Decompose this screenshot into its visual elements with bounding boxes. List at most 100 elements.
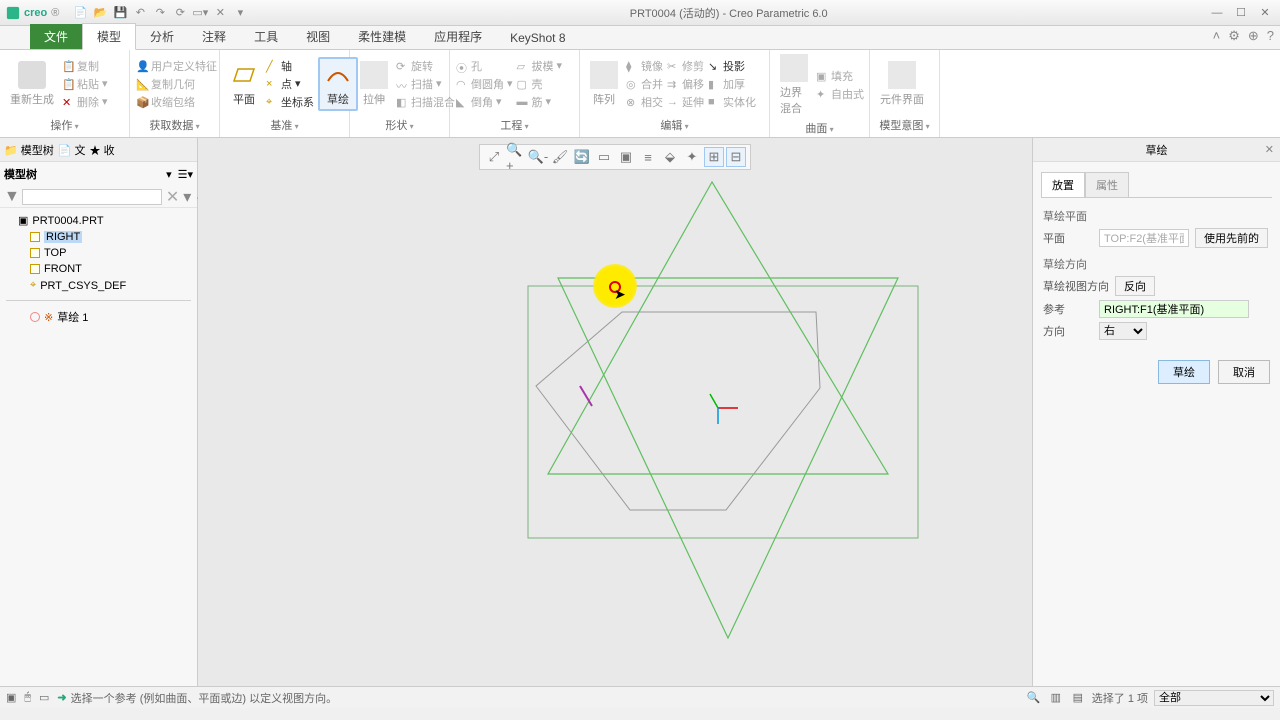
axis-button[interactable]: ╱轴 [266,58,314,74]
input-ref[interactable] [1099,300,1249,318]
round-button[interactable]: ◠倒圆角 ▾ [456,76,513,92]
use-previous-button[interactable]: 使用先前的 [1195,228,1268,248]
sel-icon-1[interactable]: ▥ [1048,690,1064,706]
select-dir[interactable]: 右 [1099,322,1147,340]
hole-button[interactable]: ⦿孔 [456,58,513,74]
tab-view[interactable]: 视图 [292,24,344,49]
graphics-area[interactable]: ⤢ 🔍+ 🔍- 🖌 🔄 ▭ ▣ ≡ ⬙ ✦ ⊞ ⊟ [198,138,1032,686]
chamfer-button[interactable]: ◣倒角 ▾ [456,94,513,110]
tab-model[interactable]: 模型 [82,23,136,50]
extend-button[interactable]: →延伸 [667,94,704,110]
tree-node-csys[interactable]: ⌖PRT_CSYS_DEF [6,277,191,294]
shell-button[interactable]: ▢壳 [517,76,563,92]
tree-node-front[interactable]: FRONT [6,261,191,277]
tree-node-right[interactable]: RIGHT [6,229,191,245]
tree-node-top[interactable]: TOP [6,245,191,261]
tab-annotate[interactable]: 注释 [188,24,240,49]
solidify-button[interactable]: ■实体化 [708,94,756,110]
tree-tool-2[interactable]: ☰▾ [178,168,193,181]
intent-button[interactable]: 元件界面 [876,59,928,109]
settings-icon[interactable]: ⚙ [1228,28,1240,44]
undo-icon[interactable]: ↶ [131,4,149,22]
save-icon[interactable]: 💾 [111,4,129,22]
tree-tab-model[interactable]: 📁 模型树 [4,142,54,158]
input-plane[interactable] [1099,229,1189,247]
pattern-button[interactable]: 阵列 [586,59,622,109]
fill-button[interactable]: ▣填充 [816,68,864,84]
regen-icon[interactable]: ⟳ [171,4,189,22]
redo-icon[interactable]: ↷ [151,4,169,22]
panel-tab-placement[interactable]: 放置 [1041,172,1085,197]
revolve-button[interactable]: ⟳旋转 [396,58,455,74]
boundary-button[interactable]: 边界混合 [776,52,812,118]
sketch-ok-button[interactable]: 草绘 [1158,360,1210,384]
windows-icon[interactable]: ▭▾ [191,4,209,22]
globe-icon[interactable]: ⊕ [1248,28,1259,44]
label-ref: 参考 [1043,301,1093,317]
udf-button[interactable]: 👤用户定义特征 [136,58,217,74]
tab-analysis[interactable]: 分析 [136,24,188,49]
tree-tab-2[interactable]: 📄 文 [58,142,86,158]
copy-button[interactable]: 📋复制 [62,58,108,74]
filter-menu-icon[interactable]: ▾ [183,187,191,207]
extrude-button[interactable]: 拉伸 [356,59,392,109]
point-button[interactable]: ×点 ▾ [266,76,314,92]
title-bar: creo® 📄 📂 💾 ↶ ↷ ⟳ ▭▾ ✕ ▾ PRT0004 (活动的) -… [0,0,1280,26]
tab-app[interactable]: 应用程序 [420,24,496,49]
tab-flex[interactable]: 柔性建模 [344,24,420,49]
close-icon[interactable]: ✕ [1256,4,1274,22]
filter-icon[interactable]: ▼ [4,188,20,206]
tree-root[interactable]: ▣PRT0004.PRT [6,212,191,229]
flip-button[interactable]: 反向 [1115,276,1155,296]
rib-button[interactable]: ▬筋 ▾ [517,94,563,110]
csys-button[interactable]: ⌖坐标系 [266,94,314,110]
delete-button[interactable]: ✕删除 ▾ [62,94,108,110]
sel-icon-2[interactable]: ▤ [1070,690,1086,706]
sweep-button[interactable]: 〰扫描 ▾ [396,76,455,92]
status-icon-1[interactable]: ▣ [6,691,16,704]
status-icon-2[interactable]: 🖱 [24,691,31,704]
plane-button[interactable]: 平面 [226,59,262,109]
offset-button[interactable]: ⇉偏移 [667,76,704,92]
find-icon[interactable]: 🔍 [1026,690,1042,706]
help-icon[interactable]: ? [1267,28,1274,44]
tree-tool-1[interactable]: ▾ [166,168,172,181]
label-plane: 平面 [1043,230,1093,246]
intersect-button[interactable]: ⊗相交 [626,94,663,110]
trim-button[interactable]: ✂修剪 [667,58,704,74]
blend-button[interactable]: ◧扫描混合 [396,94,455,110]
minimize-icon[interactable]: — [1208,4,1226,22]
status-icon-3[interactable]: ▭ [39,691,49,704]
open-icon[interactable]: 📂 [91,4,109,22]
merge-button[interactable]: ◎合并 [626,76,663,92]
project-button[interactable]: ↘投影 [708,58,756,74]
close-model-icon[interactable]: ✕ [211,4,229,22]
tree-tab-3[interactable]: ★ 收 [90,142,115,158]
panel-close-icon[interactable]: ✕ [1265,143,1274,156]
tab-tools[interactable]: 工具 [240,24,292,49]
new-icon[interactable]: 📄 [71,4,89,22]
draft-button[interactable]: ▱拔模 ▾ [517,58,563,74]
model-geometry [198,138,1032,686]
mirror-button[interactable]: ⧫镜像 [626,58,663,74]
tree-filter-input[interactable] [22,189,162,205]
selection-filter[interactable]: 全部 [1154,690,1274,706]
regenerate-button[interactable]: 重新生成 [6,59,58,109]
maximize-icon[interactable]: ☐ [1232,4,1250,22]
style-button[interactable]: ✦自由式 [816,86,864,102]
filter-clear-icon[interactable]: ✕ [166,187,179,207]
paste-button[interactable]: 📋粘贴 ▾ [62,76,108,92]
tab-keyshot[interactable]: KeyShot 8 [496,27,579,49]
model-tree: ▣PRT0004.PRT RIGHT TOP FRONT ⌖PRT_CSYS_D… [0,208,197,331]
thicken-button[interactable]: ▮加厚 [708,76,756,92]
qat-more-icon[interactable]: ▾ [231,4,249,22]
shrinkwrap-button[interactable]: 📦收缩包络 [136,94,217,110]
copygeom-button[interactable]: 📐复制几何 [136,76,217,92]
collapse-ribbon-icon[interactable]: ˄ [1213,28,1221,44]
tab-file[interactable]: 文件 [30,24,82,49]
group-intent-label: 模型意图 [876,115,933,135]
panel-tab-properties[interactable]: 属性 [1085,172,1129,197]
sketch-cancel-button[interactable]: 取消 [1218,360,1270,384]
tree-node-sketch[interactable]: ※草绘 1 [6,307,191,327]
info-icon: ➜ [57,691,66,704]
